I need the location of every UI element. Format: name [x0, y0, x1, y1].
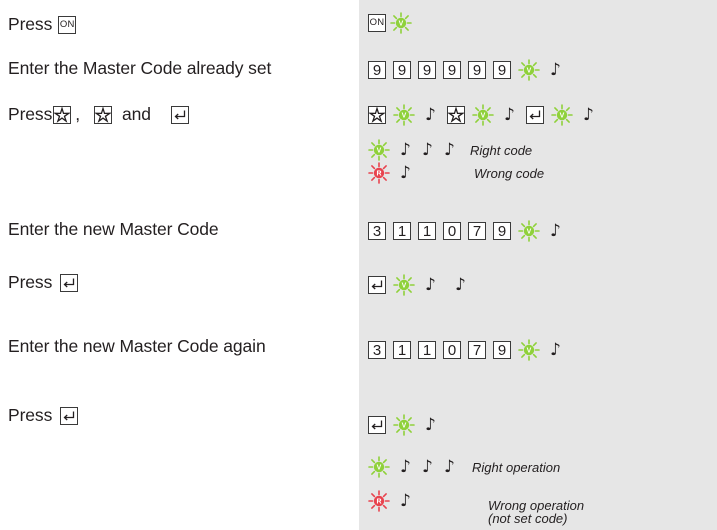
step-5-sequence: V ♪ ♪	[368, 274, 477, 296]
enter-key	[60, 406, 79, 425]
green-led-icon: V	[390, 12, 412, 34]
step-3-instruction: Press , and	[8, 104, 193, 125]
green-led-icon: V	[368, 139, 390, 161]
digit-key: 9	[443, 61, 461, 79]
step-3-sequence: V ♪ V ♪ V ♪	[368, 104, 605, 126]
digit-key: 3	[368, 341, 386, 359]
digit-key: 9	[393, 61, 411, 79]
green-led-icon: V	[393, 274, 415, 296]
svg-text:V: V	[377, 148, 382, 155]
step-6-instruction: Enter the new Master Code again	[8, 336, 266, 356]
right-code-feedback: V ♪ ♪ ♪ Right code	[368, 139, 532, 161]
star-key	[53, 105, 72, 124]
wrong-operation-feedback: R ♪	[368, 490, 422, 512]
digit-key: 9	[493, 61, 511, 79]
digit-key: 3	[368, 222, 386, 240]
green-led-icon: V	[518, 339, 540, 361]
beep-note-icon: ♪	[583, 104, 594, 125]
svg-text:R: R	[376, 171, 381, 178]
svg-text:V: V	[481, 113, 486, 120]
beep-note-icon: ♪	[425, 104, 436, 125]
right-code-label: Right code	[470, 142, 533, 158]
step-4-sequence: 3 1 1 0 7 9 V ♪	[368, 220, 572, 242]
svg-text:V: V	[527, 348, 532, 355]
red-led-icon: R	[368, 490, 390, 512]
step-7-instruction: Press	[8, 405, 82, 426]
right-operation-label: Right operation	[472, 459, 561, 475]
step-6-sequence: 3 1 1 0 7 9 V ♪	[368, 339, 572, 361]
beep-note-icon: ♪	[400, 490, 411, 511]
beep-note-icon: ♪	[400, 456, 411, 477]
beep-note-icon: ♪	[444, 456, 455, 477]
svg-text:V: V	[527, 229, 532, 236]
svg-text:V: V	[399, 21, 404, 28]
enter-key	[60, 273, 79, 292]
wrong-operation-label: Wrong operation (not set code)	[488, 498, 585, 526]
on-key: ON	[368, 14, 386, 32]
beep-note-icon: ♪	[425, 414, 436, 435]
enter-key	[368, 416, 386, 434]
right-operation-feedback: V ♪ ♪ ♪ Right operation	[368, 456, 560, 478]
beep-note-icon: ♪	[400, 162, 411, 183]
svg-text:V: V	[377, 465, 382, 472]
beep-note-icon: ♪	[455, 274, 466, 295]
svg-text:V: V	[402, 423, 407, 430]
step-4-instruction: Enter the new Master Code	[8, 219, 219, 239]
wrong-code-label: Wrong code	[474, 165, 545, 181]
green-led-icon: V	[472, 104, 494, 126]
beep-note-icon: ♪	[444, 139, 455, 160]
enter-key	[526, 106, 544, 124]
svg-text:V: V	[527, 68, 532, 75]
digit-key: 7	[468, 222, 486, 240]
digit-key: 1	[418, 222, 436, 240]
beep-note-icon: ♪	[550, 220, 561, 241]
star-key	[447, 106, 465, 124]
green-led-icon: V	[393, 104, 415, 126]
digit-key: 9	[493, 341, 511, 359]
digit-key: 1	[393, 222, 411, 240]
digit-key: 0	[443, 341, 461, 359]
svg-text:V: V	[402, 113, 407, 120]
step-1-instruction: Press ON	[8, 14, 77, 34]
svg-text:V: V	[402, 283, 407, 290]
beep-note-icon: ♪	[425, 274, 436, 295]
beep-note-icon: ♪	[504, 104, 515, 125]
digit-key: 1	[418, 341, 436, 359]
beep-note-icon: ♪	[422, 456, 433, 477]
beep-note-icon: ♪	[550, 59, 561, 80]
beep-note-icon: ♪	[550, 339, 561, 360]
digit-key: 1	[393, 341, 411, 359]
step-2-instruction: Enter the Master Code already set	[8, 58, 272, 78]
beep-note-icon: ♪	[400, 139, 411, 160]
digit-key: 9	[468, 61, 486, 79]
beep-note-icon: ♪	[422, 139, 433, 160]
wrong-code-feedback: R ♪ Wrong code	[368, 162, 544, 184]
enter-key	[368, 276, 386, 294]
green-led-icon: V	[518, 220, 540, 242]
green-led-icon: V	[393, 414, 415, 436]
star-key	[368, 106, 386, 124]
step-5-instruction: Press	[8, 272, 82, 293]
digit-key: 9	[493, 222, 511, 240]
green-led-icon: V	[551, 104, 573, 126]
step-2-sequence: 9 9 9 9 9 9 V ♪	[368, 59, 572, 81]
on-key: ON	[58, 15, 77, 34]
green-led-icon: V	[518, 59, 540, 81]
digit-key: 9	[418, 61, 436, 79]
star-key	[94, 105, 112, 124]
red-led-icon: R	[368, 162, 390, 184]
svg-text:R: R	[376, 499, 381, 506]
enter-key	[170, 105, 189, 124]
digit-key: 7	[468, 341, 486, 359]
digit-key: 9	[368, 61, 386, 79]
step-7-sequence: V ♪	[368, 414, 447, 436]
svg-text:V: V	[560, 113, 565, 120]
step-1-sequence: ON V	[368, 12, 422, 34]
digit-key: 0	[443, 222, 461, 240]
green-led-icon: V	[368, 456, 390, 478]
